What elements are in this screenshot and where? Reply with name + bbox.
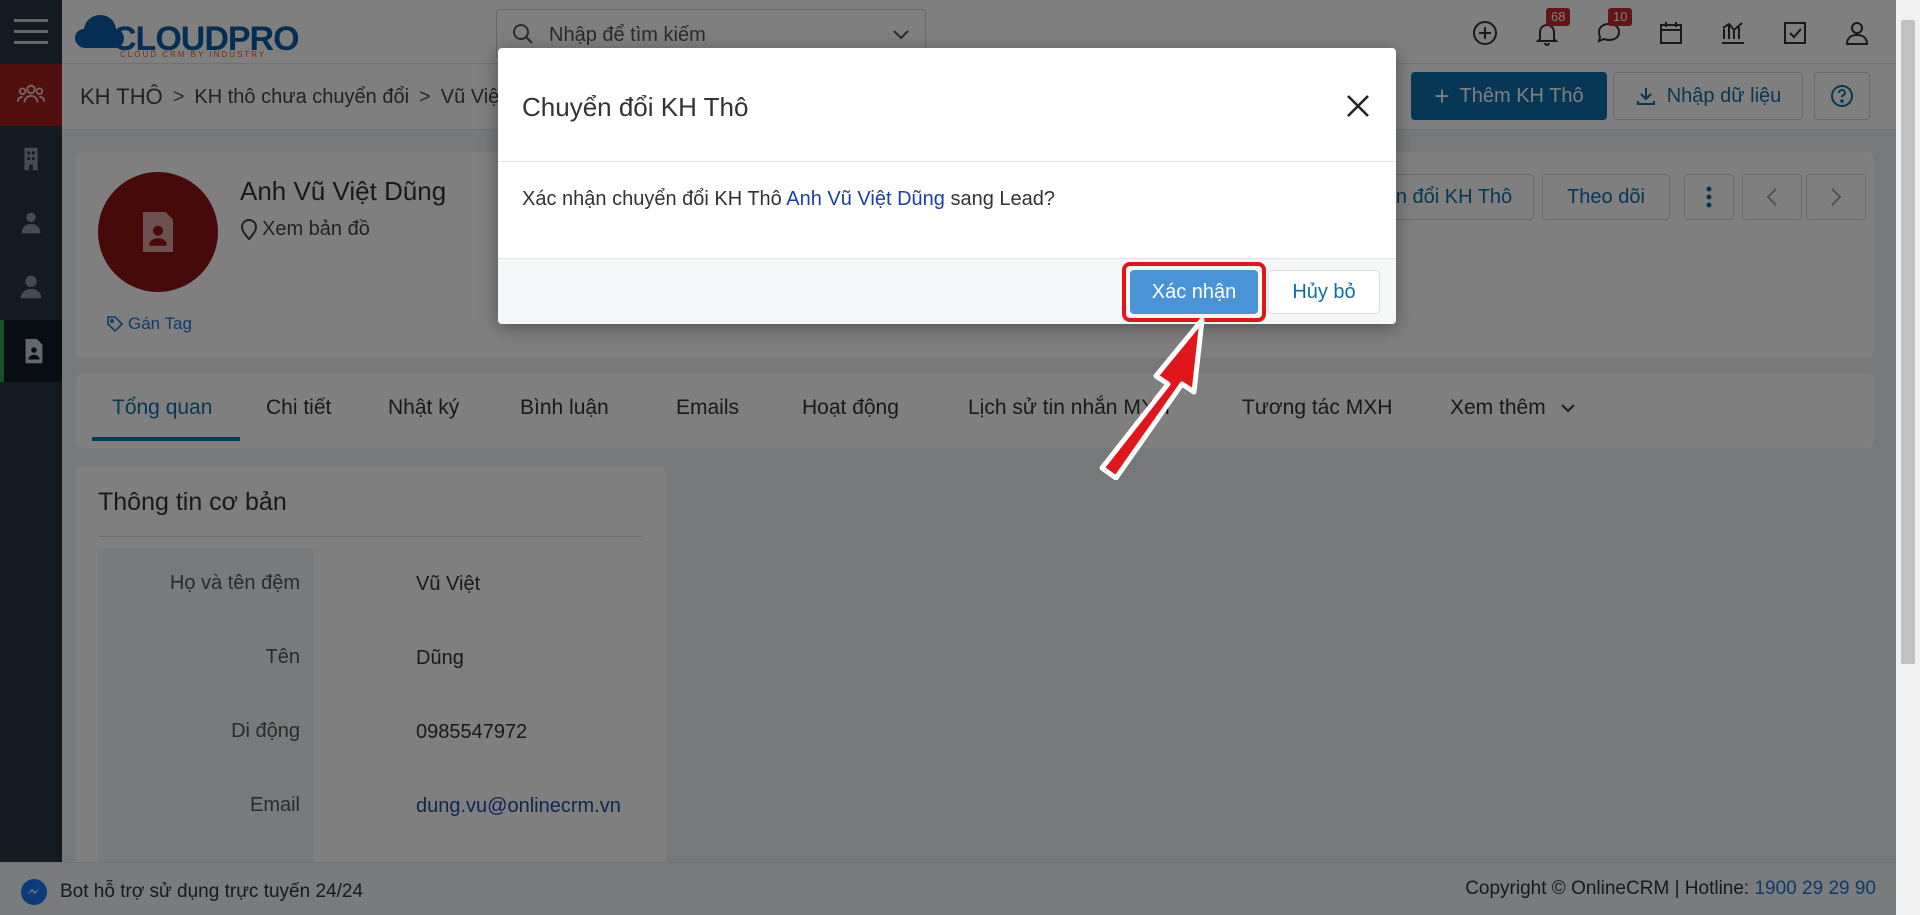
cancel-button[interactable]: Hủy bỏ <box>1268 270 1380 314</box>
dialog-header: Chuyển đổi KH Thô <box>498 48 1396 162</box>
page-scrollbar[interactable] <box>1896 0 1920 915</box>
scrollbar-thumb[interactable] <box>1901 20 1915 664</box>
dialog-title: Chuyển đổi KH Thô <box>522 92 749 122</box>
convert-dialog: Chuyển đổi KH Thô Xác nhận chuyển đổi KH… <box>498 48 1396 324</box>
dialog-message: Xác nhận chuyển đổi KH Thô Anh Vũ Việt D… <box>522 188 1055 211</box>
cancel-label: Hủy bỏ <box>1292 280 1356 303</box>
annotation-arrow <box>1099 317 1205 480</box>
close-icon[interactable] <box>1344 92 1372 120</box>
dialog-message-prefix: Xác nhận chuyển đổi KH Thô <box>522 188 782 210</box>
dialog-record-name: Anh Vũ Việt Dũng <box>786 188 945 210</box>
dialog-message-suffix: sang Lead? <box>950 188 1056 210</box>
